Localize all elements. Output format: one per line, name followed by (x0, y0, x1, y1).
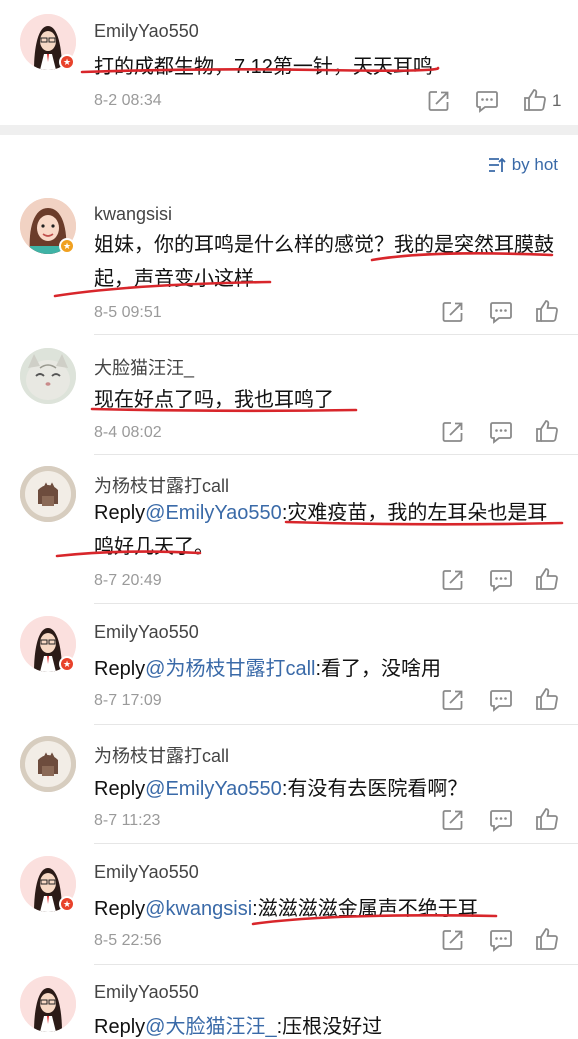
reply-prefix: Reply (94, 778, 146, 800)
reply-username[interactable]: EmilyYao550 (94, 622, 199, 643)
verified-badge-icon: ★ (59, 656, 75, 672)
divider (94, 724, 578, 725)
share-icon[interactable] (440, 299, 466, 325)
reply-time: 8-7 20:49 (94, 572, 162, 589)
share-icon[interactable] (440, 927, 466, 953)
avatar-image (20, 736, 76, 792)
avatar[interactable] (20, 976, 76, 1032)
avatar[interactable] (20, 736, 76, 792)
divider (94, 334, 578, 335)
avatar-image (20, 466, 76, 522)
comment-icon[interactable] (474, 88, 500, 114)
reply-prefix: Reply (94, 1016, 146, 1038)
reply-prefix: Reply (94, 658, 146, 680)
reply-username[interactable]: EmilyYao550 (94, 982, 199, 1003)
reply-text: Reply@EmilyYao550:有没有去医院看啊？ (94, 772, 467, 801)
share-icon[interactable] (440, 567, 466, 593)
share-icon[interactable] (440, 419, 466, 445)
reply-time: 8-7 17:09 (94, 692, 162, 709)
like-icon[interactable] (534, 926, 560, 952)
like-icon[interactable] (534, 686, 560, 712)
reply-text: Reply@大脸猫汪汪_:压根没好过 (94, 1010, 382, 1039)
sort-label: by hot (511, 155, 558, 174)
reply-time: 8-4 08:02 (94, 424, 162, 441)
reply-prefix: Reply (94, 502, 146, 524)
mention-link[interactable]: @EmilyYao550 (145, 778, 282, 800)
comment-username[interactable]: EmilyYao550 (94, 21, 199, 42)
avatar-image (20, 348, 76, 404)
sort-icon (488, 157, 506, 172)
verified-badge-icon: ★ (59, 54, 75, 70)
comment-icon[interactable] (488, 687, 514, 713)
like-icon[interactable] (534, 566, 560, 592)
divider (94, 843, 578, 844)
divider (94, 454, 578, 455)
reply-time: 8-7 11:23 (94, 812, 161, 829)
reply-username[interactable]: 大脸猫汪汪_ (94, 354, 194, 380)
mention-link[interactable]: @大脸猫汪汪_ (145, 1016, 276, 1038)
verified-badge-icon: ★ (59, 896, 75, 912)
comment-icon[interactable] (488, 807, 514, 833)
comment-time: 8-2 08:34 (94, 92, 162, 109)
comment-icon[interactable] (488, 927, 514, 953)
reply-text: Reply@为杨枝甘露打call:看了，没啥用 (94, 652, 441, 681)
reply-text: 现在好点了吗，我也耳鸣了 (94, 389, 334, 411)
reply-username[interactable]: EmilyYao550 (94, 862, 199, 883)
comment-icon[interactable] (488, 299, 514, 325)
comment-icon[interactable] (488, 567, 514, 593)
comment-text: 打的成都生物，7.12第一针，天天耳鸣 (94, 56, 433, 78)
share-icon[interactable] (440, 807, 466, 833)
avatar[interactable] (20, 466, 76, 522)
like-icon[interactable] (534, 298, 560, 324)
reply-body: :压根没好过 (276, 1016, 383, 1038)
reply-time: 8-5 22:56 (94, 932, 162, 949)
avatar-image (20, 976, 76, 1032)
like-icon[interactable] (534, 806, 560, 832)
mention-link[interactable]: @kwangsisi (145, 898, 252, 920)
share-icon[interactable] (440, 687, 466, 713)
reply-time: 8-5 09:51 (94, 304, 162, 321)
like-icon[interactable] (522, 87, 548, 113)
reply-username[interactable]: 为杨枝甘露打call (94, 742, 229, 768)
reply-username[interactable]: 为杨枝甘露打call (94, 472, 229, 498)
mention-link[interactable]: @EmilyYao550 (145, 502, 282, 524)
sort-toggle[interactable]: by hot (488, 155, 558, 175)
reply-body: :有没有去医院看啊？ (281, 778, 468, 800)
like-count: 1 (552, 91, 562, 110)
share-icon[interactable] (426, 88, 452, 114)
like-icon[interactable] (534, 418, 560, 444)
verified-badge-icon: ★ (59, 238, 75, 254)
divider (94, 603, 578, 604)
mention-link[interactable]: @为杨枝甘露打call (145, 658, 315, 680)
reply-text: 姐妹，你的耳鸣是什么样的感觉？我的是突然耳膜鼓起，声音变小这样 (94, 234, 554, 290)
reply-text: Reply@kwangsisi:滋滋滋滋金属声不绝于耳 (94, 892, 478, 921)
reply-prefix: Reply (94, 898, 146, 920)
reply-body: :滋滋滋滋金属声不绝于耳 (252, 898, 478, 920)
reply-username[interactable]: kwangsisi (94, 204, 172, 225)
section-divider (0, 125, 578, 135)
divider (94, 964, 578, 965)
reply-text: Reply@EmilyYao550:灾难疫苗，我的左耳朵也是耳鸣好几天了。 (94, 496, 559, 564)
reply-body: :看了，没啥用 (315, 658, 442, 680)
avatar[interactable] (20, 348, 76, 404)
comment-icon[interactable] (488, 419, 514, 445)
